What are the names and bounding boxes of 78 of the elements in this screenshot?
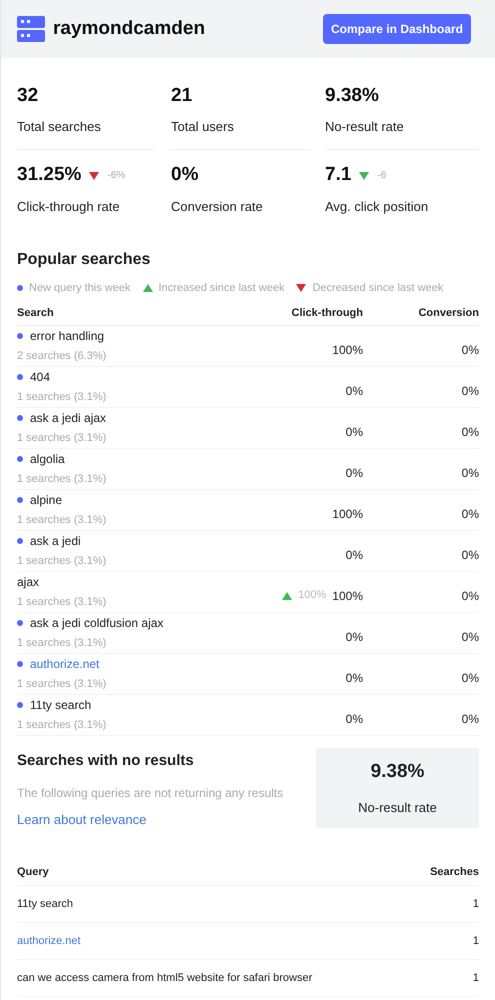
query-text: error handling xyxy=(30,328,104,344)
table-cell: 0% xyxy=(462,588,479,602)
query-text: algolia xyxy=(30,450,65,468)
table-cell: 0% xyxy=(462,506,479,520)
query-link[interactable]: authorize.net xyxy=(30,654,100,674)
stat-value: 32 xyxy=(17,84,38,108)
table-cell-text: 100% xyxy=(332,588,363,604)
table-cell: 0% xyxy=(462,670,479,684)
table-cell-text: 0% xyxy=(346,628,363,646)
stat-value: 31.25% xyxy=(17,163,82,188)
table-cell-text: 0% xyxy=(346,382,363,400)
table-cell-text: 1 xyxy=(472,970,479,986)
column-header: Query xyxy=(17,864,49,880)
server-icon xyxy=(17,16,45,42)
table-cell: 0% xyxy=(462,548,479,562)
table-cell: 0% xyxy=(462,342,479,356)
search-count: 1 searches (3.1%) xyxy=(17,718,108,732)
stat-label: Click-through rate xyxy=(17,198,121,216)
table-cell: 0% xyxy=(462,712,479,726)
rate-label: No-result rate xyxy=(358,799,437,817)
query-text: ask a jedi coldfusion ajax xyxy=(30,614,164,632)
stat-value: 21 xyxy=(171,84,192,108)
legend-label: Increased since last week xyxy=(158,282,284,294)
trend-value: -6 xyxy=(377,169,386,183)
query-text: 404 xyxy=(30,368,50,386)
table-cell-text: 0% xyxy=(346,424,363,440)
stat-value: 0% xyxy=(171,163,198,188)
column-header: Click-through xyxy=(290,306,363,321)
stat-label: Conversion rate xyxy=(171,198,264,216)
stat-label: Total users xyxy=(171,118,235,136)
table-cell: 0% xyxy=(462,384,479,398)
query-text: can we access camera from html5 website for safari browser xyxy=(17,970,312,986)
query-text: ask a jedi ajax xyxy=(30,410,106,426)
table-cell-text: 100% xyxy=(332,342,363,358)
table-cell: 0% xyxy=(462,466,479,480)
section-title: Searches with no results xyxy=(17,750,195,770)
search-count: 1 searches (3.1%) xyxy=(17,430,108,446)
query-text: ask a jedi xyxy=(30,532,81,550)
search-count: 2 searches (6.3%) xyxy=(17,348,108,364)
stat-label: Total searches xyxy=(17,118,102,136)
table-cell-text: 1 xyxy=(472,934,479,949)
stat-value: 9.38% xyxy=(325,84,379,108)
description-text: The following queries are not returning any results xyxy=(17,785,284,802)
query-text: alpine xyxy=(30,492,62,508)
query-link[interactable]: authorize.net xyxy=(17,932,81,950)
rate-value: 9.38% xyxy=(370,760,424,784)
table-cell-text: 0% xyxy=(346,710,363,728)
search-count: 1 searches (3.1%) xyxy=(17,554,108,568)
table-cell-text: 1 xyxy=(472,896,479,912)
query-text: 11ty search xyxy=(30,696,92,714)
search-count: 1 searches (3.1%) xyxy=(17,594,108,610)
trend-value: 100% xyxy=(298,588,326,604)
search-count: 1 searches (3.1%) xyxy=(17,472,108,486)
table-cell-text: 0% xyxy=(346,670,363,686)
column-header: Search xyxy=(17,306,55,321)
search-count: 1 searches (3.1%) xyxy=(17,390,108,404)
column-header: Searches xyxy=(430,864,479,880)
table-cell: 0% xyxy=(462,630,479,644)
query-text: 11ty search xyxy=(17,896,74,912)
search-count: 1 searches (3.1%) xyxy=(17,512,108,528)
relevance-link[interactable]: Learn about relevance xyxy=(17,810,284,830)
column-header: Conversion xyxy=(417,306,479,321)
query-text: ajax xyxy=(17,574,40,590)
trend-value: -6% xyxy=(107,169,126,183)
table-cell-text: 0% xyxy=(346,546,363,564)
search-count: 1 searches (3.1%) xyxy=(17,636,108,650)
search-count: 1 searches (3.1%) xyxy=(17,676,108,692)
site-title: raymondcamden xyxy=(53,16,206,41)
legend-label: Decreased since last week xyxy=(312,282,444,294)
table-cell-text: 100% xyxy=(332,506,363,522)
section-title: Popular searches xyxy=(17,250,152,270)
stat-value: 7.1 xyxy=(325,163,352,188)
legend-label: New query this week xyxy=(29,282,130,294)
table-cell-text: 0% xyxy=(346,464,363,482)
stat-label: No-result rate xyxy=(325,118,405,136)
stat-label: Avg. click position xyxy=(325,198,430,216)
compare-button[interactable]: Compare in Dashboard xyxy=(322,14,471,44)
table-cell: 0% xyxy=(462,424,479,438)
